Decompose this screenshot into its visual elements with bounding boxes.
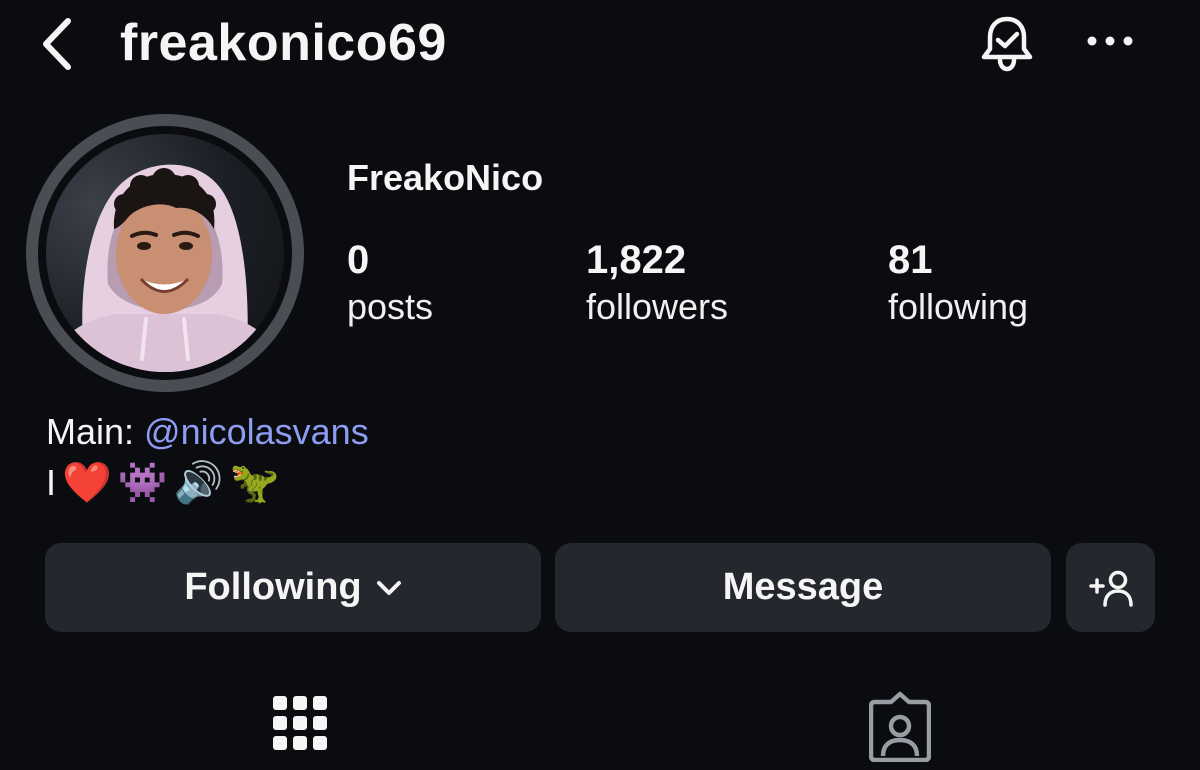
following-button-label: Following — [184, 566, 362, 608]
profile-photo-illustration — [46, 164, 284, 372]
tab-tagged[interactable] — [860, 690, 940, 770]
tagged-icon — [869, 691, 931, 762]
alien-monster-emoji: 👾 — [117, 460, 168, 506]
heart-emoji: ❤️ — [62, 460, 112, 506]
bio-line-2: I ❤️ 👾 🔊 🦖 — [46, 456, 279, 510]
stat-posts-label: posts — [347, 286, 434, 327]
more-horizontal-icon — [1087, 36, 1133, 46]
bio-mention-link[interactable]: @nicolasvans — [144, 411, 369, 452]
t-rex-emoji: 🦖 — [229, 460, 280, 506]
grid-icon — [273, 696, 327, 750]
following-button[interactable]: Following — [45, 543, 541, 632]
display-name: FreakoNico — [347, 157, 544, 198]
chevron-left-icon — [43, 18, 71, 70]
bell-check-icon — [981, 16, 1033, 72]
bio-line-1: Main: @nicolasvans — [46, 410, 369, 454]
add-person-icon — [1088, 570, 1133, 607]
message-button[interactable]: Message — [555, 543, 1051, 632]
stat-followers-count: 1,822 — [586, 238, 687, 282]
suggested-people-button[interactable] — [1066, 543, 1155, 632]
stat-following-count: 81 — [888, 238, 933, 282]
stat-posts[interactable]: 0 posts — [347, 236, 433, 330]
more-options-button[interactable] — [1080, 16, 1140, 66]
tab-posts-grid[interactable] — [260, 684, 340, 770]
back-button[interactable] — [28, 12, 84, 76]
chevron-down-icon — [376, 580, 401, 595]
message-button-label: Message — [722, 566, 884, 608]
speaker-emoji: 🔊 — [173, 460, 224, 506]
stat-followers[interactable]: 1,822 followers — [586, 236, 728, 330]
stat-posts-count: 0 — [347, 238, 370, 282]
stat-following[interactable]: 81 following — [888, 236, 1028, 330]
avatar-gap — [38, 126, 292, 380]
stat-following-label: following — [888, 286, 1029, 327]
stat-followers-label: followers — [586, 286, 729, 327]
avatar[interactable] — [26, 114, 304, 392]
bio-line2-text: I — [46, 462, 57, 503]
profile-username: freakonico69 — [120, 14, 447, 72]
avatar-photo — [46, 134, 284, 372]
notifications-button[interactable] — [972, 8, 1042, 78]
bio-prefix: Main: — [46, 411, 145, 452]
